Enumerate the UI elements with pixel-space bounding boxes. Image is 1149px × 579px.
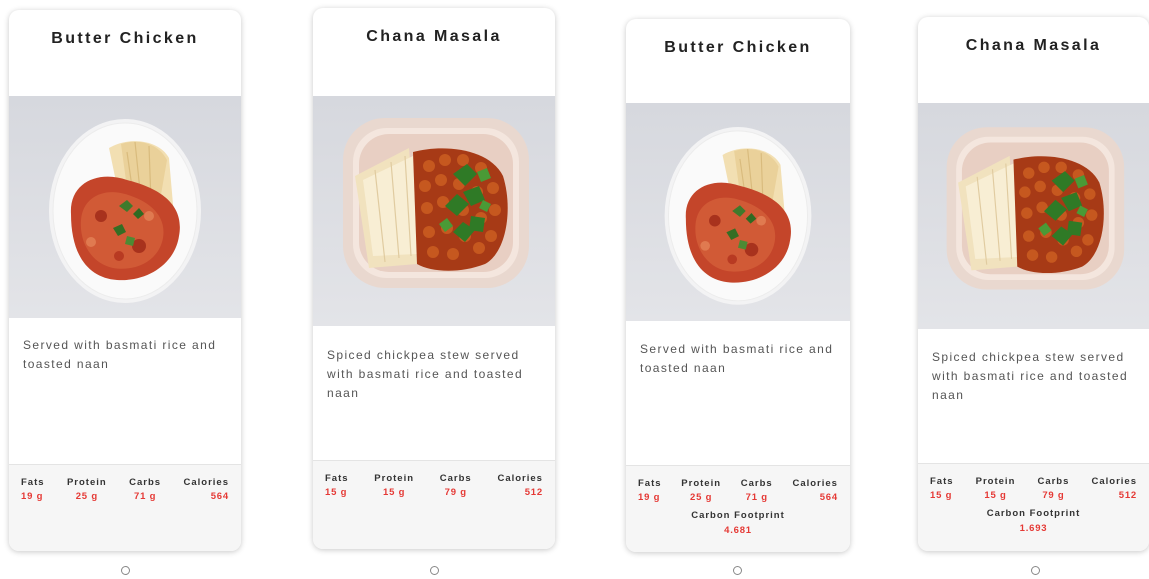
nutrition-row: Fats 15 g Protein 15 g Carbs 79 g Calories 5… <box>930 476 1137 501</box>
chana-masala-image <box>313 96 555 326</box>
nutrition-protein: Protein 15 g <box>374 473 414 498</box>
nutrition-fats: Fats 19 g <box>21 477 45 502</box>
radio-circle-icon[interactable] <box>121 566 130 575</box>
nutrition-calories: Calories 512 <box>1092 476 1138 501</box>
carbon-footprint-value: 1.693 <box>1019 523 1048 534</box>
carbon-footprint: Carbon Footprint 4.681 <box>626 510 850 536</box>
nutrition-fats: Fats 19 g <box>638 478 662 503</box>
card-title: Chana Masala <box>965 37 1102 54</box>
nutrition-fats: Fats 15 g <box>930 476 954 501</box>
nutrition-label: Carbs <box>439 473 472 484</box>
nutrition-value: 79 g <box>444 487 467 498</box>
nutrition-row: Fats 15 g Protein 15 g Carbs 79 g Calories 5… <box>325 473 543 498</box>
nutrition-label: Protein <box>374 473 415 484</box>
butter-chicken-image <box>9 96 241 318</box>
nutrition-carbs: Carbs 79 g <box>440 473 472 498</box>
carbon-footprint: Carbon Footprint 1.693 <box>918 508 1149 534</box>
nutrition-label: Calories <box>497 473 543 484</box>
nutrition-value: 512 <box>524 487 543 498</box>
card-title: Butter Chicken <box>51 30 199 47</box>
nutrition-label: Fats <box>21 477 45 488</box>
nutrition-label: Fats <box>930 476 954 487</box>
nutrition-value: 15 g <box>930 490 953 501</box>
nutrition-calories: Calories 564 <box>792 478 838 503</box>
nutrition-label: Calories <box>792 478 838 489</box>
nutrition-footer: Fats 19 g Protein 25 g Carbs 71 g Calories 5… <box>626 465 850 552</box>
meal-card[interactable]: Butter Chicken Served with basmati rice … <box>626 19 850 552</box>
nutrition-protein: Protein 25 g <box>681 478 721 503</box>
nutrition-value: 79 g <box>1042 490 1065 501</box>
card-description: Spiced chickpea stew served with basmati… <box>327 348 524 400</box>
butter-chicken-image <box>626 103 850 321</box>
nutrition-fats: Fats 15 g <box>325 473 349 498</box>
nutrition-calories: Calories 512 <box>497 473 543 498</box>
card-title: Butter Chicken <box>664 39 812 56</box>
nutrition-value: 15 g <box>325 487 348 498</box>
card-title: Chana Masala <box>366 28 502 45</box>
card-description: Served with basmati rice and toasted naa… <box>23 338 217 371</box>
carbon-footprint-value: 4.681 <box>724 525 752 536</box>
nutrition-label: Protein <box>66 477 107 488</box>
nutrition-calories: Calories 564 <box>183 477 229 502</box>
nutrition-value: 25 g <box>75 491 98 502</box>
nutrition-value: 71 g <box>133 491 157 502</box>
chana-masala-image <box>918 103 1149 329</box>
nutrition-value: 15 g <box>984 490 1007 501</box>
nutrition-carbs: Carbs 71 g <box>741 478 773 503</box>
nutrition-footer: Fats 15 g Protein 15 g Carbs 79 g Calories 5… <box>918 463 1149 551</box>
card-description: Served with basmati rice and toasted naa… <box>640 342 834 375</box>
nutrition-label: Calories <box>183 477 229 488</box>
nutrition-protein: Protein 15 g <box>976 476 1016 501</box>
nutrition-value: 564 <box>819 492 838 503</box>
nutrition-label: Carbs <box>129 477 162 488</box>
nutrition-label: Carbs <box>740 478 773 489</box>
nutrition-value: 512 <box>1118 490 1137 501</box>
nutrition-value: 25 g <box>690 492 713 503</box>
nutrition-value: 19 g <box>21 491 44 502</box>
meal-card[interactable]: Chana Masala Spiced chickpea stew served… <box>313 8 555 549</box>
radio-circle-icon[interactable] <box>430 566 439 575</box>
carbon-footprint-label: Carbon Footprint <box>986 508 1081 519</box>
nutrition-footer: Fats 15 g Protein 15 g Carbs 79 g Calories 5… <box>313 460 555 549</box>
nutrition-value: 15 g <box>383 487 406 498</box>
carbon-footprint-label: Carbon Footprint <box>691 510 785 521</box>
nutrition-row: Fats 19 g Protein 25 g Carbs 71 g Calories 5… <box>21 477 229 502</box>
nutrition-label: Calories <box>1091 476 1137 487</box>
radio-circle-icon[interactable] <box>1031 566 1040 575</box>
nutrition-carbs: Carbs 71 g <box>129 477 161 502</box>
nutrition-label: Carbs <box>1037 476 1070 487</box>
meal-card[interactable]: Butter Chicken Served with basmati rice … <box>9 10 241 551</box>
nutrition-label: Protein <box>975 476 1016 487</box>
nutrition-label: Fats <box>325 473 349 484</box>
nutrition-row: Fats 19 g Protein 25 g Carbs 71 g Calories 5… <box>638 478 838 503</box>
nutrition-value: 19 g <box>638 492 661 503</box>
meal-card[interactable]: Chana Masala Spiced chickpea stew served… <box>918 17 1149 551</box>
nutrition-label: Fats <box>638 478 662 489</box>
nutrition-carbs: Carbs 79 g <box>1037 476 1069 501</box>
nutrition-value: 564 <box>210 491 229 502</box>
nutrition-protein: Protein 25 g <box>67 477 107 502</box>
radio-circle-icon[interactable] <box>733 566 742 575</box>
nutrition-value: 71 g <box>745 492 768 503</box>
card-description: Spiced chickpea stew served with basmati… <box>932 350 1129 402</box>
nutrition-label: Protein <box>681 478 722 489</box>
nutrition-footer: Fats 19 g Protein 25 g Carbs 71 g Calories 5… <box>9 464 241 551</box>
